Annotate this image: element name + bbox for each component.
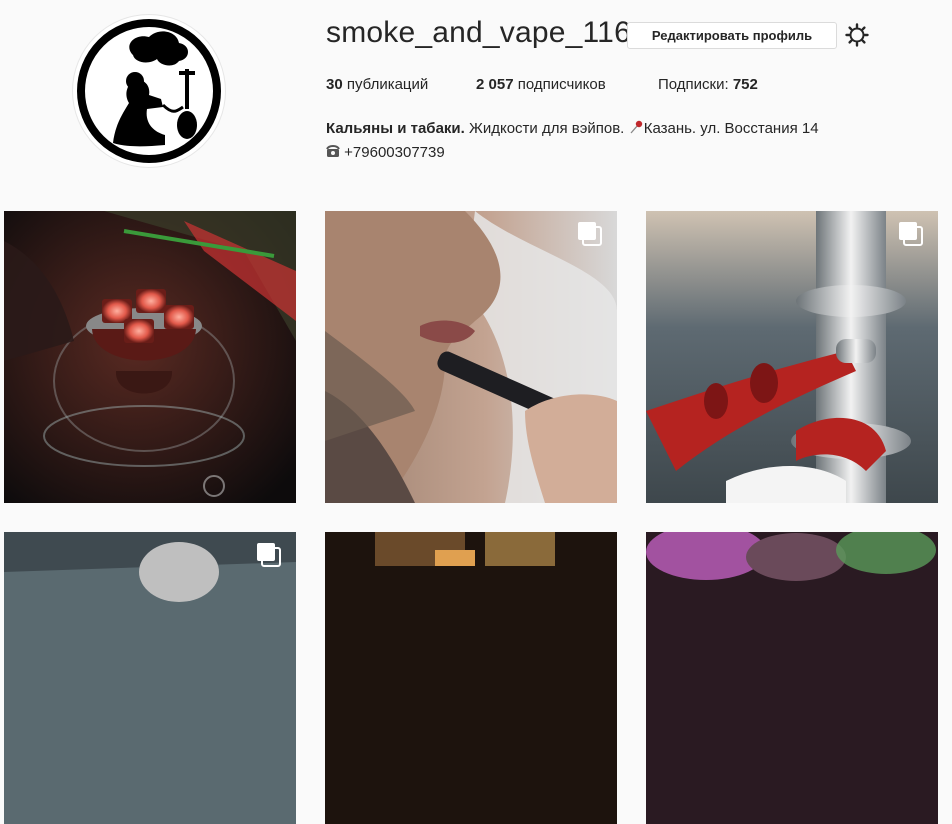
post-tile-bar-interior[interactable]: [325, 532, 617, 824]
pushpin-icon: [629, 118, 643, 134]
bio-line-1: Кальяны и табаки. Жидкости для вэйпов. К…: [326, 117, 819, 141]
hookah-smoker-logo: [77, 19, 221, 163]
telephone-icon: [326, 142, 340, 157]
colored-smoke-photo: [646, 532, 938, 824]
bio-line-2: +79600307739: [326, 141, 819, 165]
bio-phone: +79600307739: [344, 144, 445, 161]
profile-username: smoke_and_vape_116: [326, 16, 631, 49]
bar-interior-photo: [325, 532, 617, 824]
profile-avatar[interactable]: [73, 15, 225, 167]
post-tile-hookah-coals[interactable]: [4, 211, 296, 503]
post-tile-man-vaping[interactable]: [325, 211, 617, 503]
posts-count: 30: [326, 76, 343, 93]
man-vaping-photo: [325, 211, 617, 503]
gear-icon[interactable]: [845, 23, 869, 47]
post-tile-colored-smoke[interactable]: [646, 532, 938, 824]
following-count: 752: [732, 76, 758, 93]
post-tile-person-smoking[interactable]: [4, 532, 296, 824]
hookah-stem-photo: [646, 211, 938, 503]
bio-address: Казань. ул. Восстания 14: [643, 120, 819, 137]
followers-count: 2 057: [476, 76, 514, 93]
person-smoking-photo: [4, 532, 296, 824]
bio-name: Кальяны и табаки.: [326, 120, 465, 137]
following-label: Подписки:: [658, 76, 729, 93]
followers-label: подписчиков: [517, 76, 606, 93]
following-stat[interactable]: Подписки: 752: [658, 76, 758, 93]
posts-stat: 30 публикаций: [326, 76, 428, 93]
edit-profile-button[interactable]: Редактировать профиль: [627, 22, 837, 49]
posts-label: публикаций: [346, 76, 429, 93]
followers-stat[interactable]: 2 057 подписчиков: [476, 76, 606, 93]
hookah-coals-photo: [4, 211, 296, 503]
bio-description: Жидкости для вэйпов.: [468, 120, 625, 137]
post-tile-hookah-stem[interactable]: [646, 211, 938, 503]
profile-bio: Кальяны и табаки. Жидкости для вэйпов. К…: [326, 117, 819, 165]
